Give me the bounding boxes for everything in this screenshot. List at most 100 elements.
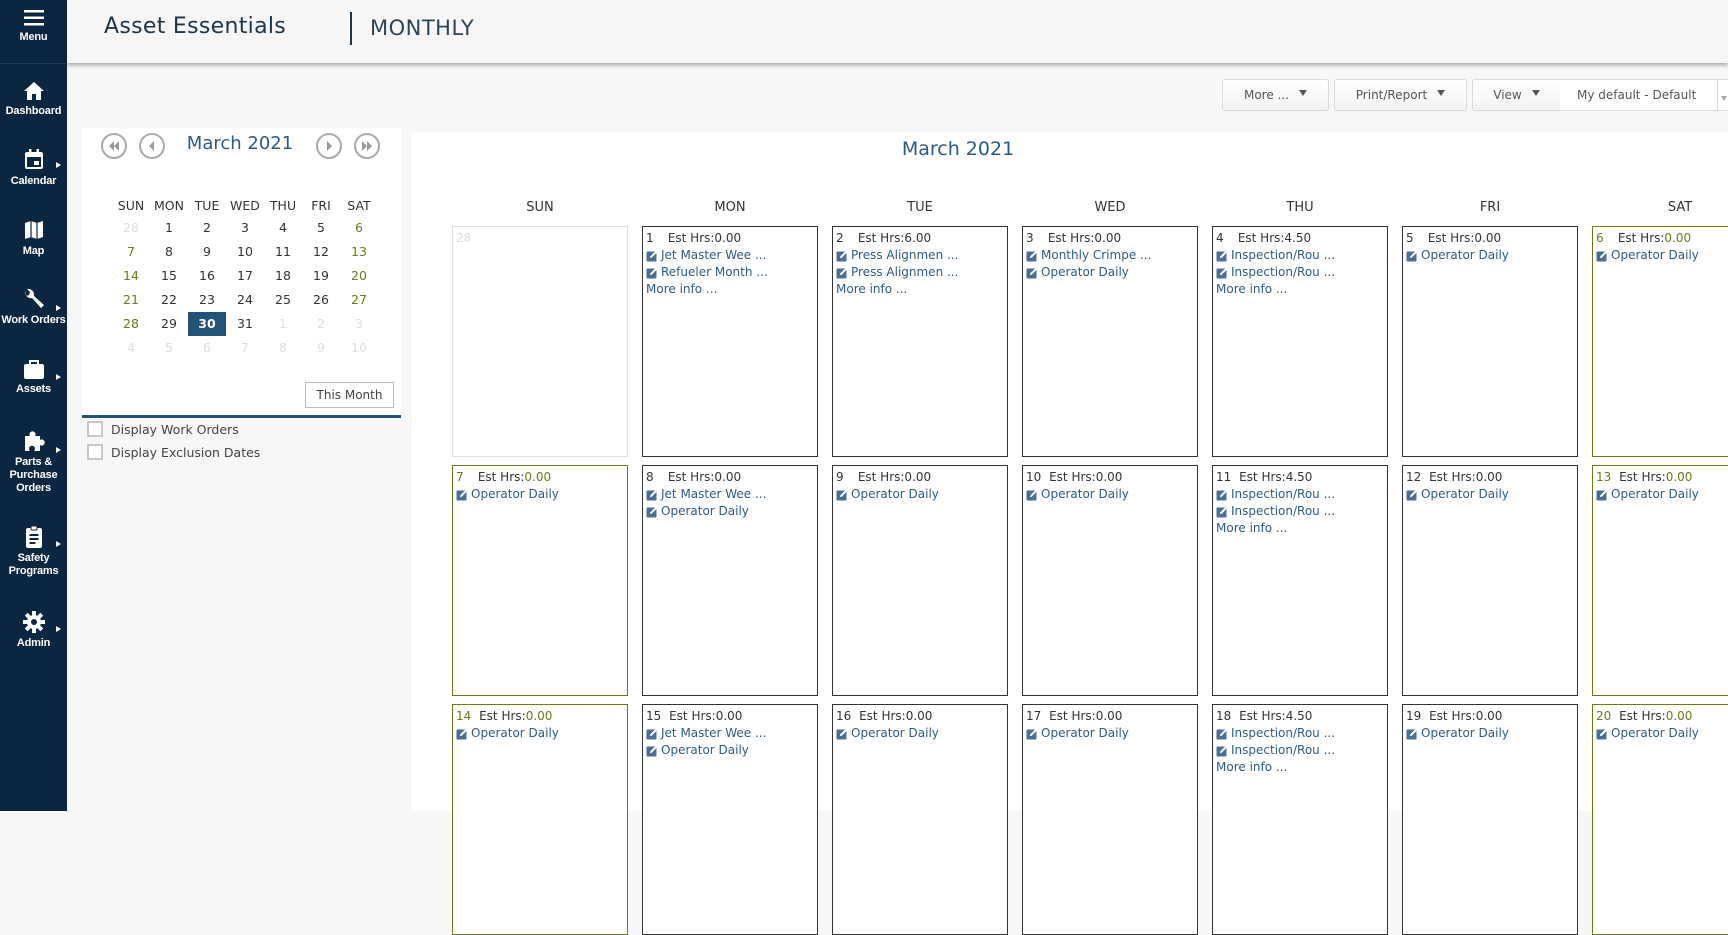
prev-month-button[interactable]	[139, 133, 165, 159]
calendar-day-cell[interactable]: 7 Est Hrs:0.00 Operator Daily	[452, 465, 628, 696]
calendar-day-cell[interactable]: 5 Est Hrs:0.00 Operator Daily	[1402, 226, 1578, 457]
calendar-day-cell[interactable]: 18 Est Hrs:4.50 Inspection/Rou ... Inspect…	[1212, 704, 1388, 935]
mini-calendar-day[interactable]: 11	[264, 240, 302, 264]
calendar-day-cell[interactable]: 17 Est Hrs:0.00 Operator Daily	[1022, 704, 1198, 935]
work-order-link[interactable]: Operator Daily	[1406, 725, 1574, 742]
more-button[interactable]: More ...	[1222, 79, 1329, 111]
this-month-button[interactable]: This Month	[305, 382, 394, 408]
mini-calendar-day-selected[interactable]: 30	[188, 312, 226, 336]
mini-calendar-day[interactable]: 1	[264, 312, 302, 336]
mini-calendar-day[interactable]: 4	[112, 336, 150, 360]
calendar-day-cell[interactable]: 13 Est Hrs:0.00 Operator Daily	[1592, 465, 1728, 696]
calendar-day-cell[interactable]: 3 Est Hrs:0.00 Monthly Crimpe ... Operator…	[1022, 226, 1198, 457]
next-year-button[interactable]	[354, 133, 380, 159]
mini-calendar-day[interactable]: 14	[112, 264, 150, 288]
mini-calendar-day[interactable]: 6	[188, 336, 226, 360]
mini-calendar-day[interactable]: 9	[188, 240, 226, 264]
mini-calendar-day[interactable]: 17	[226, 264, 264, 288]
mini-calendar-day[interactable]: 25	[264, 288, 302, 312]
work-order-link[interactable]: Operator Daily	[646, 503, 814, 520]
mini-calendar-day[interactable]: 10	[340, 336, 378, 360]
next-month-button[interactable]	[316, 133, 342, 159]
calendar-day-cell[interactable]: 6 Est Hrs:0.00 Operator Daily	[1592, 226, 1728, 457]
mini-calendar-day[interactable]: 13	[340, 240, 378, 264]
mini-calendar-day[interactable]: 21	[112, 288, 150, 312]
work-order-link[interactable]: Inspection/Rou ...	[1216, 503, 1384, 520]
display-work-orders-checkbox[interactable]: Display Work Orders	[87, 421, 239, 437]
calendar-day-cell[interactable]: 2 Est Hrs:6.00 Press Alignmen ... Press Al…	[832, 226, 1008, 457]
calendar-day-cell[interactable]: 10 Est Hrs:0.00 Operator Daily	[1022, 465, 1198, 696]
sidebar-item-parts[interactable]: Parts & Purchase Orders	[0, 429, 67, 495]
mini-calendar-day[interactable]: 23	[188, 288, 226, 312]
work-order-link[interactable]: Operator Daily	[646, 742, 814, 759]
work-order-link[interactable]: Operator Daily	[456, 725, 624, 742]
sidebar-item-dashboard[interactable]: Dashboard	[0, 80, 67, 118]
mini-calendar-day[interactable]: 28	[112, 216, 150, 240]
calendar-day-cell[interactable]: 16 Est Hrs:0.00 Operator Daily	[832, 704, 1008, 935]
mini-calendar-day[interactable]: 18	[264, 264, 302, 288]
work-order-link[interactable]: Jet Master Wee ...	[646, 486, 814, 503]
sidebar-item-calendar[interactable]: Calendar	[0, 148, 67, 188]
calendar-day-cell[interactable]: 11 Est Hrs:4.50 Inspection/Rou ... Inspect…	[1212, 465, 1388, 696]
mini-calendar-day[interactable]: 8	[264, 336, 302, 360]
more-info-link[interactable]: More info ...	[1216, 759, 1384, 776]
mini-calendar-day[interactable]: 19	[302, 264, 340, 288]
calendar-day-cell[interactable]: 20 Est Hrs:0.00 Operator Daily	[1592, 704, 1728, 935]
mini-calendar-day[interactable]: 3	[226, 216, 264, 240]
work-order-link[interactable]: Inspection/Rou ...	[1216, 264, 1384, 281]
sidebar-item-map[interactable]: Map	[0, 218, 67, 258]
work-order-link[interactable]: Refueler Month ...	[646, 264, 814, 281]
mini-calendar-day[interactable]: 20	[340, 264, 378, 288]
mini-calendar-day[interactable]: 2	[302, 312, 340, 336]
checkbox-box[interactable]	[87, 421, 103, 437]
prev-year-button[interactable]	[101, 133, 127, 159]
mini-calendar-day[interactable]: 6	[340, 216, 378, 240]
mini-calendar-day[interactable]: 31	[226, 312, 264, 336]
more-info-link[interactable]: More info ...	[646, 281, 814, 298]
calendar-day-cell[interactable]: 14 Est Hrs:0.00 Operator Daily	[452, 704, 628, 935]
work-order-link[interactable]: Operator Daily	[1596, 725, 1728, 742]
work-order-link[interactable]: Inspection/Rou ...	[1216, 725, 1384, 742]
checkbox-box[interactable]	[87, 444, 103, 460]
mini-calendar-day[interactable]: 8	[150, 240, 188, 264]
more-info-link[interactable]: More info ...	[1216, 520, 1384, 537]
mini-calendar-day[interactable]: 27	[340, 288, 378, 312]
mini-calendar-day[interactable]: 7	[112, 240, 150, 264]
work-order-link[interactable]: Inspection/Rou ...	[1216, 486, 1384, 503]
work-order-link[interactable]: Operator Daily	[1406, 247, 1574, 264]
view-default-dropdown-toggle[interactable]	[1717, 79, 1728, 111]
work-order-link[interactable]: Operator Daily	[1596, 486, 1728, 503]
calendar-day-cell[interactable]: 28	[452, 226, 628, 457]
view-button[interactable]: View	[1472, 79, 1561, 111]
work-order-link[interactable]: Press Alignmen ...	[836, 264, 1004, 281]
work-order-link[interactable]: Operator Daily	[1026, 486, 1194, 503]
work-order-link[interactable]: Operator Daily	[1026, 264, 1194, 281]
calendar-day-cell[interactable]: 12 Est Hrs:0.00 Operator Daily	[1402, 465, 1578, 696]
work-order-link[interactable]: Operator Daily	[836, 486, 1004, 503]
mini-calendar-day[interactable]: 28	[112, 312, 150, 336]
mini-calendar-day[interactable]: 10	[226, 240, 264, 264]
sidebar-item-safety[interactable]: Safety Programs	[0, 525, 67, 578]
print-report-button[interactable]: Print/Report	[1334, 79, 1467, 111]
work-order-link[interactable]: Operator Daily	[456, 486, 624, 503]
mini-calendar-day[interactable]: 12	[302, 240, 340, 264]
mini-calendar-day[interactable]: 3	[340, 312, 378, 336]
calendar-day-cell[interactable]: 9 Est Hrs:0.00 Operator Daily	[832, 465, 1008, 696]
work-order-link[interactable]: Inspection/Rou ...	[1216, 742, 1384, 759]
work-order-link[interactable]: Jet Master Wee ...	[646, 725, 814, 742]
work-order-link[interactable]: Operator Daily	[836, 725, 1004, 742]
mini-calendar-day[interactable]: 1	[150, 216, 188, 240]
work-order-link[interactable]: Jet Master Wee ...	[646, 247, 814, 264]
view-default-select[interactable]: My default - Default	[1560, 79, 1718, 111]
display-exclusion-dates-checkbox[interactable]: Display Exclusion Dates	[87, 444, 260, 460]
mini-calendar-day[interactable]: 4	[264, 216, 302, 240]
more-info-link[interactable]: More info ...	[836, 281, 1004, 298]
mini-calendar-day[interactable]: 29	[150, 312, 188, 336]
mini-calendar-day[interactable]: 5	[302, 216, 340, 240]
calendar-day-cell[interactable]: 15 Est Hrs:0.00 Jet Master Wee ... Operato…	[642, 704, 818, 935]
sidebar-item-work-orders[interactable]: Work Orders	[0, 287, 67, 327]
calendar-day-cell[interactable]: 4 Est Hrs:4.50 Inspection/Rou ... Inspecti…	[1212, 226, 1388, 457]
work-order-link[interactable]: Monthly Crimpe ...	[1026, 247, 1194, 264]
mini-calendar-day[interactable]: 16	[188, 264, 226, 288]
work-order-link[interactable]: Operator Daily	[1026, 725, 1194, 742]
